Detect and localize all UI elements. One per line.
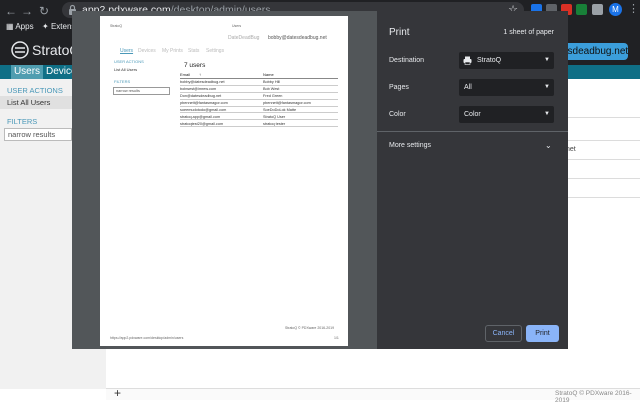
color-select[interactable]: Color ▼: [459, 106, 554, 123]
sidebar-heading-user-actions: USER ACTIONS: [7, 86, 63, 95]
pages-label: Pages: [389, 84, 409, 91]
preview-list-all: List All Users: [114, 67, 138, 72]
table-row: soeemudotodo@gmail.com SoeDoDoLok Matte: [180, 107, 338, 114]
cell-name: Bob West: [263, 87, 280, 92]
print-button[interactable]: Print: [526, 325, 559, 342]
table-row: pbennett@fantasmagor.com pbennett@fantasm…: [180, 100, 338, 107]
more-settings-toggle[interactable]: More settings: [389, 142, 431, 149]
preview-header-center: Users: [232, 24, 242, 28]
column-email: Email: [180, 72, 191, 77]
preview-page-number: 1/1: [334, 336, 339, 340]
cell-name: stratoq tester: [263, 121, 286, 126]
preview-tab-stats: Stats: [188, 48, 200, 54]
browser-menu-icon[interactable]: ⋮: [628, 3, 639, 16]
extension-icon-4[interactable]: [576, 4, 587, 15]
table-row: bobby@datesdeadbug.net Bobby Hill: [180, 79, 338, 86]
preview-header-left: StratoQ: [110, 24, 123, 28]
destination-select[interactable]: StratoQ ▼: [459, 52, 554, 69]
tab-users[interactable]: Users: [11, 65, 43, 79]
table-row: stratoqtest20@gmail.com stratoq tester: [180, 120, 338, 128]
destination-label: Destination: [389, 57, 425, 64]
settings-divider: [377, 131, 568, 132]
cell-email: Don@datesdeadbug.net: [180, 93, 222, 98]
table-row: stratoq.app@gmail.com StratoQ User: [180, 113, 338, 121]
sidebar-heading-filters: FILTERS: [7, 117, 38, 126]
sidebar-item-list-all-users[interactable]: List All Users: [0, 96, 72, 109]
color-value: Color: [464, 111, 481, 118]
printer-icon: [463, 56, 472, 65]
cell-name: pbennett@fantasmagor.com: [263, 100, 311, 105]
sort-arrow-icon: ↑: [199, 72, 201, 77]
print-title: Print: [389, 27, 410, 38]
table-header: Email ↑ Name: [180, 72, 338, 79]
preview-page: StratoQ Users DateDeadBug bobby@datesdea…: [100, 16, 348, 346]
chevron-down-icon: ▼: [544, 111, 550, 117]
sidebar-filter-input[interactable]: narrow results: [4, 128, 72, 141]
cancel-button[interactable]: Cancel: [485, 325, 522, 342]
add-plus-icon[interactable]: +: [114, 386, 121, 400]
column-name: Name: [263, 72, 274, 77]
pages-value: All: [464, 84, 472, 91]
pages-select[interactable]: All ▼: [459, 79, 554, 96]
cell-email: bobby@datesdeadbug.net: [180, 80, 225, 85]
preview-filters: FILTERS: [114, 79, 131, 84]
preview-user-table: Email ↑ Name bobby@datesdeadbug.net Bobby…: [180, 72, 338, 128]
cell-email: bobwest@imrew.com: [180, 87, 217, 92]
preview-user-actions: USER ACTIONS: [114, 59, 144, 64]
preview-count-title: 7 users: [184, 62, 206, 69]
chevron-down-icon: ▼: [544, 57, 550, 63]
destination-value: StratoQ: [477, 57, 502, 64]
preview-filter-box: narrow results: [113, 87, 170, 95]
table-body: bobby@datesdeadbug.net Bobby Hill bobwest@…: [180, 79, 338, 128]
sheet-count: 1 sheet of paper: [503, 29, 554, 36]
bookmark-extensions[interactable]: ✦ Extens: [42, 21, 75, 33]
preview-brand-faded: DateDeadBug: [228, 35, 260, 41]
cell-name: Fred Green: [263, 93, 283, 98]
cell-email: pbennett@fantasmagor.com: [180, 100, 228, 105]
table-row: Don@datesdeadbug.net Fred Green: [180, 93, 338, 100]
cell-name: Bobby Hill: [263, 80, 281, 85]
preview-brand-email: bobby@datesdeadbug.net: [268, 35, 327, 41]
preview-tab-devices: Devices: [138, 48, 156, 54]
puzzle-extensions-icon[interactable]: [592, 4, 603, 15]
cell-email: stratoq.app@gmail.com: [180, 114, 221, 119]
preview-footer-url: https://app2.pdxware.com/desktop/admin/u…: [110, 336, 184, 340]
preview-tab-my-prints: My Prints: [162, 48, 183, 54]
cell-name: StratoQ User: [263, 114, 286, 119]
profile-avatar[interactable]: M: [609, 3, 622, 16]
back-arrow-icon[interactable]: ←: [4, 4, 18, 18]
preview-tab-settings: Settings: [206, 48, 225, 54]
cell-email: soeemudotodo@gmail.com: [180, 107, 227, 112]
bookmark-apps[interactable]: ▦ Apps: [6, 21, 34, 33]
preview-tab-users: Users: [120, 48, 134, 54]
reload-icon[interactable]: ↻: [37, 4, 51, 18]
footer-copyright: StratoQ © PDXware 2016-2019: [555, 390, 632, 404]
cell-email: stratoqtest20@gmail.com: [180, 121, 224, 126]
forward-arrow-icon[interactable]: →: [20, 4, 34, 18]
user-account-pill[interactable]: esdeadbug.net: [558, 43, 628, 60]
preview-footer-copyright: StratoQ © PDXware 2016-2019: [285, 326, 335, 330]
cell-name: SoeDoDoLok Matte: [263, 107, 297, 112]
color-label: Color: [389, 111, 406, 118]
chevron-down-icon: ▼: [544, 84, 550, 90]
chevron-down-icon[interactable]: ⌄: [545, 141, 552, 150]
stratoq-logo-icon: [11, 41, 29, 59]
table-row: bobwest@imrew.com Bob West: [180, 86, 338, 93]
